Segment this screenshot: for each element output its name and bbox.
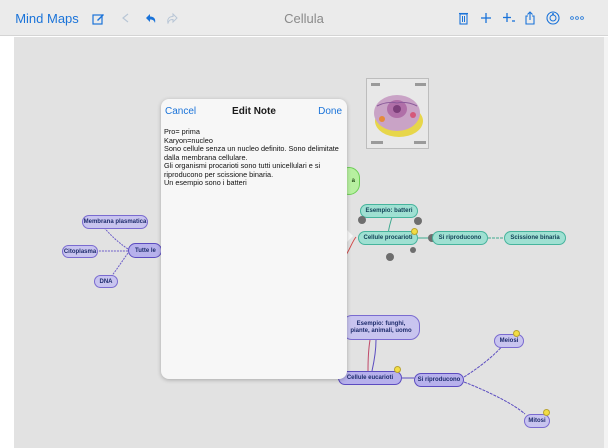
node-cellule-eucarioti[interactable]: Cellule eucarioti: [338, 371, 402, 385]
note-line: Un esempio sono i batteri: [164, 178, 247, 187]
node-dna[interactable]: DNA: [94, 275, 118, 288]
node-esempio-batteri[interactable]: Esempio: batteri: [360, 204, 418, 218]
node-cellule-procarioti[interactable]: Cellule procarioti: [358, 231, 418, 245]
redo-icon[interactable]: [164, 0, 180, 36]
node-tutte-le[interactable]: Tutte le: [128, 243, 162, 258]
note-line: Gli organismi procarioti sono tutti unic…: [164, 161, 321, 179]
collapse-icon[interactable]: [358, 216, 366, 224]
more-icon[interactable]: [568, 0, 586, 36]
done-button[interactable]: Done: [318, 106, 342, 117]
drag-handle-icon[interactable]: [410, 247, 416, 253]
note-textarea[interactable]: Pro= prima Karyon=nucleo Sono cellule se…: [164, 127, 342, 188]
note-indicator-icon[interactable]: [411, 228, 418, 235]
note-line: Sono cellule senza un nucleo definito. S…: [164, 144, 339, 162]
mind-maps-back-button[interactable]: Mind Maps: [14, 0, 80, 36]
popover-header: Cancel Edit Note Done: [161, 99, 347, 125]
remove-icon[interactable]: [414, 217, 422, 225]
node-scissione-binaria[interactable]: Scissione binaria: [504, 231, 566, 245]
share-icon[interactable]: [522, 0, 538, 36]
trash-icon[interactable]: [455, 0, 471, 36]
cell-image[interactable]: [366, 78, 429, 149]
add-child-icon[interactable]: [500, 0, 518, 36]
node-membrana-plasmatica[interactable]: Membrana plasmatica: [82, 215, 148, 229]
edit-note-popover: Cancel Edit Note Done Pro= prima Karyon=…: [161, 99, 347, 379]
node-mitosi[interactable]: Mitosi: [524, 414, 550, 428]
note-indicator-icon[interactable]: [543, 409, 550, 416]
cancel-button[interactable]: Cancel: [165, 106, 196, 117]
node-si-riproducono-2[interactable]: Si riproducono: [414, 373, 464, 387]
node-si-riproducono-1[interactable]: Si riproducono: [432, 231, 488, 245]
toolbar: Mind Maps Cellula: [0, 0, 608, 36]
note-indicator-icon[interactable]: [513, 330, 520, 337]
node-esempio-funghi[interactable]: Esempio: funghi, piante, animali, uomo: [342, 315, 420, 340]
map-title: Cellula: [284, 10, 324, 26]
node-citoplasma[interactable]: Citoplasma: [62, 245, 98, 258]
edit-icon[interactable]: [90, 0, 106, 36]
node-meiosi[interactable]: Meiosi: [494, 334, 524, 348]
add-icon[interactable]: [478, 0, 494, 36]
mind-map-canvas[interactable]: Membrana plasmatica Citoplasma Tutte le …: [0, 37, 608, 448]
note-indicator-icon[interactable]: [394, 366, 401, 373]
popover-title: Edit Note: [232, 106, 276, 117]
prev-icon[interactable]: [118, 0, 132, 36]
style-icon[interactable]: [544, 0, 562, 36]
undo-icon[interactable]: [142, 0, 158, 36]
link-icon[interactable]: [386, 253, 394, 261]
